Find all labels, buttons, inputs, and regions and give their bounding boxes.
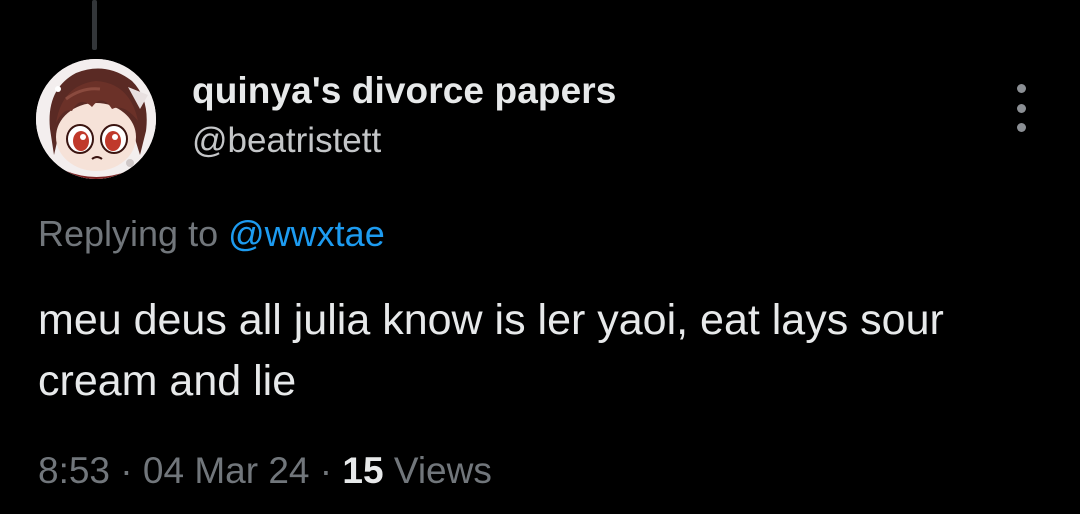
views-count[interactable]: 15 bbox=[342, 450, 383, 491]
tweet-date[interactable]: 04 Mar 24 bbox=[143, 450, 310, 491]
thread-connector-line bbox=[92, 0, 97, 50]
views-label: Views bbox=[393, 450, 492, 491]
tweet-time[interactable]: 8:53 bbox=[38, 450, 110, 491]
reply-mention-link[interactable]: @wwxtae bbox=[228, 213, 385, 254]
meta-separator: · bbox=[120, 450, 133, 491]
more-options-button[interactable] bbox=[1008, 84, 1034, 132]
avatar[interactable] bbox=[36, 59, 156, 179]
replying-to-line: Replying to @wwxtae bbox=[38, 213, 385, 255]
tweet-meta: 8:53 · 04 Mar 24 · 15 Views bbox=[38, 450, 492, 492]
avatar-image bbox=[36, 59, 156, 179]
more-vertical-icon-dot bbox=[1016, 103, 1026, 113]
author-display-name[interactable]: quinya's divorce papers bbox=[192, 70, 616, 112]
more-vertical-icon-dot bbox=[1016, 123, 1026, 132]
more-vertical-icon bbox=[1016, 84, 1026, 93]
tweet-text: meu deus all julia know is ler yaoi, eat… bbox=[38, 296, 944, 405]
meta-separator: · bbox=[319, 450, 333, 491]
replying-to-label: Replying to bbox=[38, 213, 219, 254]
author-handle[interactable]: @beatristett bbox=[192, 121, 381, 161]
